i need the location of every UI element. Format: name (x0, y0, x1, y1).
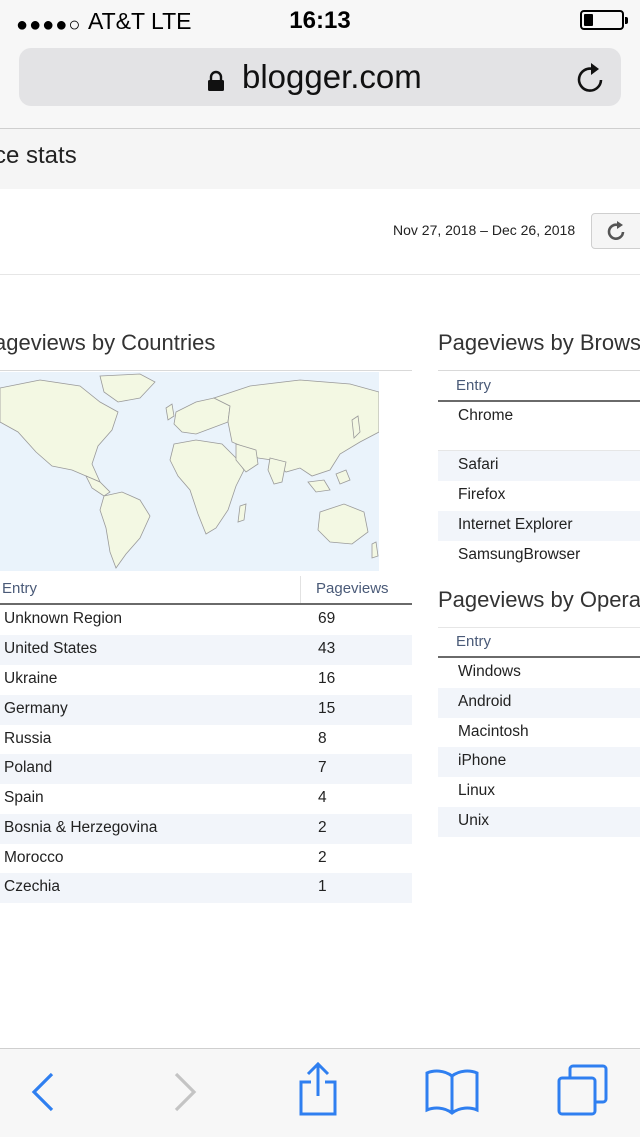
countries-col-entry[interactable]: Entry (2, 580, 37, 597)
os-heading: Pageviews by Opera (438, 587, 640, 612)
os-name: Windows (458, 663, 521, 680)
country-pageviews: 7 (318, 759, 327, 776)
country-name: Czechia (4, 878, 60, 895)
page-header (0, 129, 640, 189)
table-row: Russia 8 (0, 725, 412, 755)
date-range[interactable]: Nov 27, 2018 – Dec 26, 2018 (393, 222, 575, 238)
refresh-icon (607, 221, 625, 240)
os-col-entry[interactable]: Entry (456, 633, 491, 650)
share-icon[interactable] (296, 1060, 340, 1118)
country-name: Unknown Region (4, 610, 123, 627)
forward-arrow-icon[interactable] (172, 1072, 198, 1112)
list-item: Safari (438, 451, 640, 481)
browser-name: Firefox (458, 486, 506, 503)
back-arrow-icon[interactable] (30, 1072, 56, 1112)
battery-icon (580, 10, 628, 30)
country-pageviews: 1 (318, 878, 327, 895)
column-separator (300, 576, 301, 604)
os-name: Macintosh (458, 723, 529, 740)
list-item: Internet Explorer (438, 511, 640, 541)
browser-name: Safari (458, 456, 499, 473)
table-row: Germany 15 (0, 695, 412, 725)
list-item: iPhone (438, 747, 640, 777)
reload-icon[interactable] (574, 60, 608, 96)
browser-name: Internet Explorer (458, 516, 573, 533)
country-name: Russia (4, 730, 52, 747)
country-name: United States (4, 640, 98, 657)
table-row: Poland 7 (0, 754, 412, 784)
list-item: Windows (438, 658, 640, 688)
country-pageviews: 2 (318, 819, 327, 836)
heading-rule (438, 370, 640, 371)
table-row: Bosnia & Herzegovina 2 (0, 814, 412, 844)
table-row: Czechia 1 (0, 873, 412, 903)
browsers-heading: Pageviews by Brows (438, 330, 640, 355)
country-name: Ukraine (4, 670, 58, 687)
country-pageviews: 16 (318, 670, 336, 687)
country-name: Spain (4, 789, 44, 806)
list-item: Android (438, 688, 640, 718)
browsers-col-entry[interactable]: Entry (456, 377, 491, 394)
table-row: Morocco 2 (0, 844, 412, 874)
browser-name: Chrome (458, 407, 514, 424)
os-name: iPhone (458, 752, 507, 769)
list-item: Firefox (438, 481, 640, 511)
country-name: Bosnia & Herzegovina (4, 819, 158, 836)
country-pageviews: 8 (318, 730, 327, 747)
divider (0, 274, 640, 275)
status-time: 16:13 (289, 7, 351, 34)
countries-heading: ageviews by Countries (0, 330, 216, 355)
browser-name: SamsungBrowser (458, 546, 581, 563)
country-pageviews: 15 (318, 700, 336, 717)
tabs-icon[interactable] (556, 1064, 610, 1118)
country-name: Poland (4, 759, 53, 776)
country-pageviews: 43 (318, 640, 336, 657)
heading-rule (438, 627, 640, 628)
countries-col-pageviews[interactable]: Pageviews (316, 580, 389, 597)
list-item: SamsungBrowser (438, 541, 640, 571)
list-item: Unix (438, 807, 640, 837)
country-name: Germany (4, 700, 68, 717)
list-item: Linux (438, 777, 640, 807)
refresh-button[interactable] (591, 213, 640, 249)
list-item: Macintosh (438, 718, 640, 748)
lock-icon (208, 70, 224, 91)
table-row: United States 43 (0, 635, 412, 665)
world-map-graphic (0, 373, 380, 569)
table-row: Spain 4 (0, 784, 412, 814)
os-name: Unix (458, 812, 490, 829)
list-item: Chrome (438, 402, 640, 432)
os-name: Linux (458, 782, 496, 799)
os-name: Android (458, 693, 512, 710)
table-row: Unknown Region 69 (0, 605, 412, 635)
page-title: ce stats (0, 142, 77, 169)
country-pageviews: 69 (318, 610, 336, 627)
table-row: Ukraine 16 (0, 665, 412, 695)
country-pageviews: 4 (318, 789, 327, 806)
bookmarks-icon[interactable] (424, 1066, 480, 1116)
address-bar-url[interactable]: blogger.com (242, 58, 422, 96)
country-pageviews: 2 (318, 849, 327, 866)
world-map[interactable] (0, 372, 380, 571)
country-name: Morocco (4, 849, 64, 866)
heading-rule (0, 370, 412, 371)
